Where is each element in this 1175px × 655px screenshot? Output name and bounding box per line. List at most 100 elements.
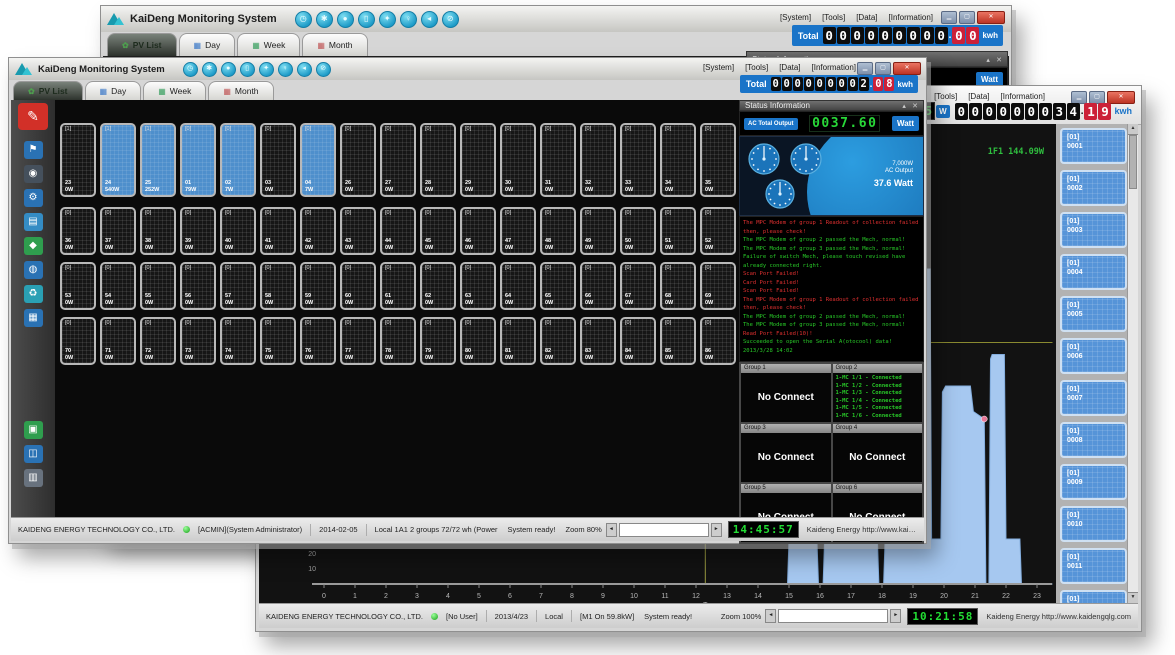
pv-panel-tile[interactable]: [0]270W xyxy=(380,123,416,197)
tab-day[interactable]: ▦Day xyxy=(85,81,142,100)
scroll-thumb[interactable] xyxy=(1129,135,1137,189)
pv-panel-tile[interactable]: [0]330W xyxy=(620,123,656,197)
folder-icon[interactable]: ▣ xyxy=(24,421,43,439)
minimize-button[interactable]: ▁ xyxy=(941,11,957,24)
pv-panel-tile[interactable]: [0]350W xyxy=(700,123,736,197)
pv-panel-tile[interactable]: [0]830W xyxy=(580,317,616,365)
menu-tools[interactable]: [Tools] xyxy=(745,63,768,72)
tab-day[interactable]: ▦Day xyxy=(179,33,236,56)
pv-panel-tile[interactable]: [0]440W xyxy=(380,207,416,255)
pv-panel-tile[interactable]: [0]480W xyxy=(540,207,576,255)
pv-panel-tile[interactable]: [0]490W xyxy=(580,207,616,255)
settings-icon[interactable]: ✱ xyxy=(316,11,333,28)
pv-panel-tile[interactable]: [0]047W xyxy=(300,123,336,197)
panel-collapse-icon[interactable]: ▴ xyxy=(986,57,990,64)
pv-panel-tile[interactable]: [0]590W xyxy=(300,262,336,310)
pv-panel-tile[interactable]: [0]340W xyxy=(660,123,696,197)
back-icon[interactable]: ◂ xyxy=(297,62,312,77)
shield-icon[interactable]: ◆ xyxy=(24,237,43,255)
pv-panel-tile[interactable]: [0]740W xyxy=(220,317,256,365)
scroll-up-icon[interactable]: ▲ xyxy=(1128,124,1138,135)
device-list-item[interactable]: [01]0002 xyxy=(1060,170,1127,206)
pv-panel-tile[interactable]: [0]780W xyxy=(380,317,416,365)
device-list-item[interactable]: [01]0008 xyxy=(1060,422,1127,458)
pv-panel-tile[interactable]: [0]630W xyxy=(460,262,496,310)
maximize-button[interactable]: ▢ xyxy=(875,62,891,75)
pv-panel-tile[interactable]: [0]280W xyxy=(420,123,456,197)
monitor-icon[interactable]: ▤ xyxy=(24,213,43,231)
device-list-item[interactable]: [01]0007 xyxy=(1060,380,1127,416)
pv-panel-tile[interactable]: [0]290W xyxy=(460,123,496,197)
print-icon[interactable]: ▥ xyxy=(24,469,43,487)
device-list-item[interactable]: [01]0003 xyxy=(1060,212,1127,248)
pv-panel-tile[interactable]: [0]360W xyxy=(60,207,96,255)
settings-icon[interactable]: ✱ xyxy=(202,62,217,77)
tab-week[interactable]: ▦Week xyxy=(143,81,206,100)
pv-panel-tile[interactable]: [0]800W xyxy=(460,317,496,365)
pv-panel-tile[interactable]: [0]770W xyxy=(340,317,376,365)
pv-panel-tile[interactable]: [0]530W xyxy=(60,262,96,310)
menu-system[interactable]: [System] xyxy=(703,63,734,72)
power-icon[interactable]: ◉ xyxy=(24,165,43,183)
pv-panel-tile[interactable]: [0]540W xyxy=(100,262,136,310)
lock-icon[interactable]: ● xyxy=(337,11,354,28)
back-icon[interactable]: ◂ xyxy=(421,11,438,28)
pv-panel-tile[interactable]: [0]820W xyxy=(540,317,576,365)
refresh-icon[interactable]: ♻ xyxy=(24,285,43,303)
tab-week[interactable]: ▦Week xyxy=(237,33,300,56)
pv-panel-tile[interactable]: [0]370W xyxy=(100,207,136,255)
device-list-item[interactable]: [01]0004 xyxy=(1060,254,1127,290)
device-list-item[interactable]: [01]0005 xyxy=(1060,296,1127,332)
pv-panel-tile[interactable]: [0]580W xyxy=(260,262,296,310)
pv-panel-tile[interactable]: [0]850W xyxy=(660,317,696,365)
pv-panel-tile[interactable]: [0]720W xyxy=(140,317,176,365)
info-icon[interactable]: ✦ xyxy=(379,11,396,28)
zoom-left-arrow[interactable]: ◄ xyxy=(765,609,776,623)
pv-panel-tile[interactable]: [0]610W xyxy=(380,262,416,310)
tab-month[interactable]: ▦Month xyxy=(208,81,273,100)
pv-panel-tile[interactable]: [0]380W xyxy=(140,207,176,255)
pv-panel-tile[interactable]: [0]620W xyxy=(420,262,456,310)
pv-panel-tile[interactable]: [0]390W xyxy=(180,207,216,255)
edit-icon[interactable]: ✎ xyxy=(18,103,48,130)
scroll-down-icon[interactable]: ▼ xyxy=(1128,592,1138,603)
lock-icon[interactable]: ● xyxy=(221,62,236,77)
menu-system[interactable]: [System] xyxy=(780,13,811,22)
pv-panel-tile[interactable]: [0]660W xyxy=(580,262,616,310)
device-list-item[interactable]: [01]0010 xyxy=(1060,506,1127,542)
book-icon[interactable]: ▯ xyxy=(240,62,255,77)
watt-unit-button[interactable]: Watt xyxy=(892,116,919,131)
pv-panel-tile[interactable]: [0]310W xyxy=(540,123,576,197)
pv-panel-tile[interactable]: [0]300W xyxy=(500,123,536,197)
pv-panel-tile[interactable]: [0]260W xyxy=(340,123,376,197)
pv-panel-tile[interactable]: [0]840W xyxy=(620,317,656,365)
menu-data[interactable]: [Data] xyxy=(779,63,800,72)
pv-panel-tile[interactable]: [0]400W xyxy=(220,207,256,255)
panel-close-icon[interactable]: ✕ xyxy=(912,103,918,110)
pin-icon[interactable]: ♀ xyxy=(278,62,293,77)
panel-close-icon[interactable]: ✕ xyxy=(996,57,1002,64)
pv-panel-tile[interactable]: [0]670W xyxy=(620,262,656,310)
group-cell[interactable]: Group 21-MC 1/1 - Connected1-MC 1/2 - Co… xyxy=(833,364,923,422)
pv-panel-tile[interactable]: [1]25252W xyxy=(140,123,176,197)
pv-panel-tile[interactable]: [0]0179W xyxy=(180,123,216,197)
zoom-right-arrow[interactable]: ► xyxy=(711,523,722,537)
pv-panel-tile[interactable]: [0]860W xyxy=(700,317,736,365)
pv-panel-tile[interactable]: [0]450W xyxy=(420,207,456,255)
pv-panel-tile[interactable]: [0]570W xyxy=(220,262,256,310)
pv-panel-tile[interactable]: [0]650W xyxy=(540,262,576,310)
flag-icon[interactable]: ⚑ xyxy=(24,141,43,159)
menu-information[interactable]: [Information] xyxy=(889,13,933,22)
save-icon[interactable]: ◫ xyxy=(24,445,43,463)
panel-collapse-icon[interactable]: ▴ xyxy=(902,103,906,110)
pv-panel-tile[interactable]: [0]560W xyxy=(180,262,216,310)
menu-information[interactable]: [Information] xyxy=(812,63,856,72)
pv-panel-tile[interactable]: [0]470W xyxy=(500,207,536,255)
pv-panel-tile[interactable]: [0]680W xyxy=(660,262,696,310)
device-list-scrollbar[interactable]: ▲▼ xyxy=(1127,124,1138,603)
tab-pv-list[interactable]: ✿PV List xyxy=(13,81,83,100)
pv-panel-tile[interactable]: [0]810W xyxy=(500,317,536,365)
device-list-item[interactable]: [01]0011 xyxy=(1060,548,1127,584)
pv-panel-tile[interactable]: [0]320W xyxy=(580,123,616,197)
pv-panel-tile[interactable]: [0]640W xyxy=(500,262,536,310)
